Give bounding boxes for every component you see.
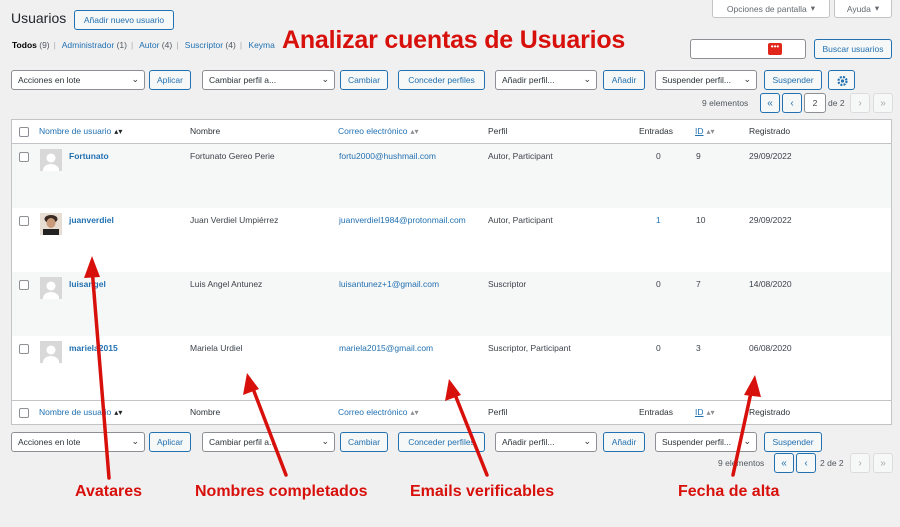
arrow-emails <box>452 390 489 477</box>
annotation-arrows <box>84 256 761 480</box>
arrow-names <box>250 384 288 477</box>
arrow-date <box>731 386 754 477</box>
annotation-emails: Emails verificables <box>410 483 555 500</box>
annotation-signup-date: Fecha de alta <box>678 483 780 500</box>
annotation-full-names: Nombres completados <box>195 483 368 500</box>
annotation-avatars: Avatares <box>75 483 143 500</box>
arrow-avatars <box>90 266 111 480</box>
